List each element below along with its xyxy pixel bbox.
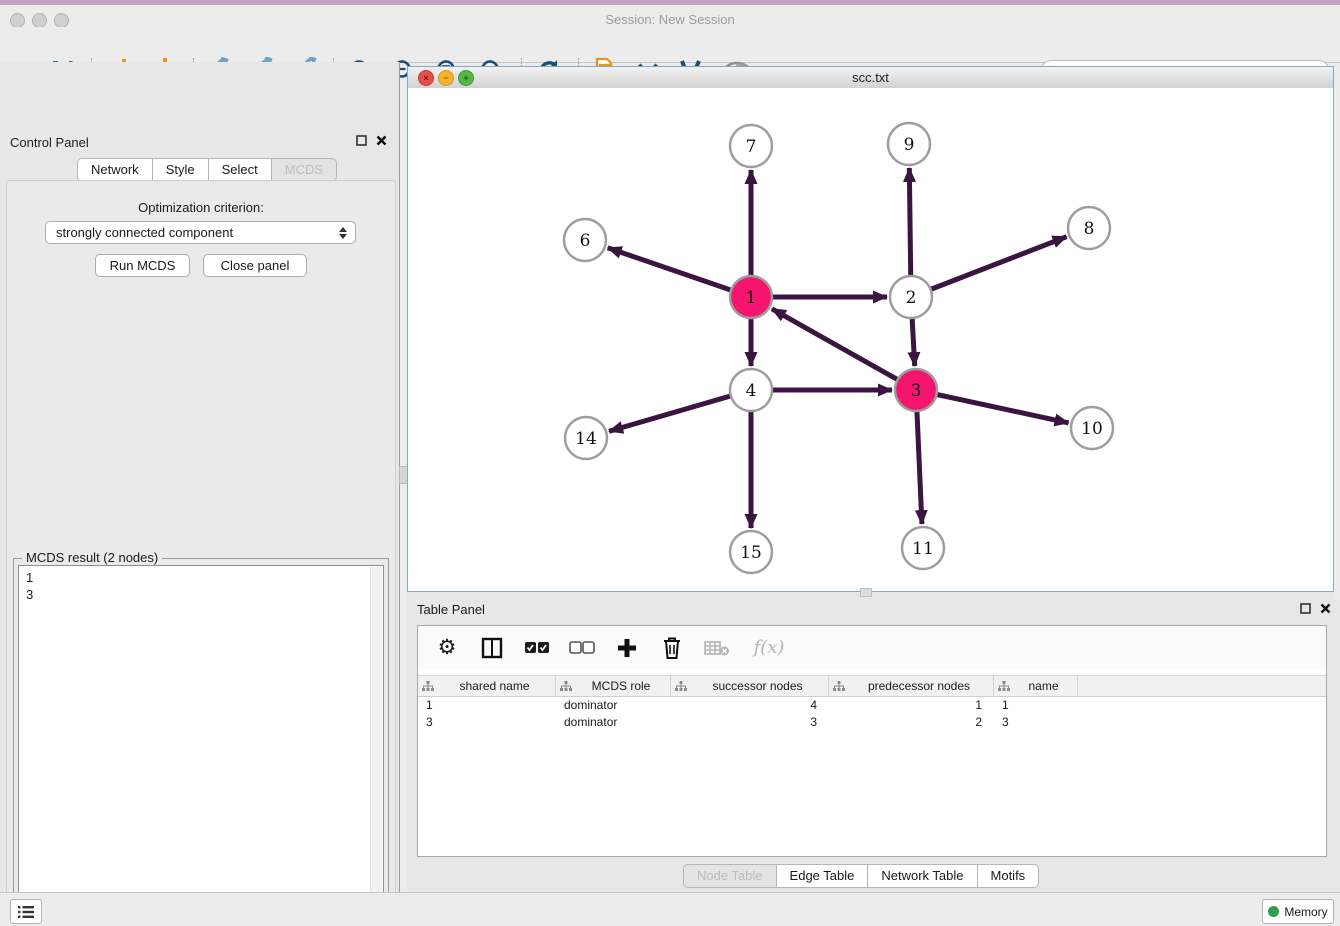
deselect-all-columns-icon[interactable] [567, 633, 597, 663]
column-header[interactable]: predecessor nodes [829, 676, 994, 696]
criterion-value: strongly connected component [56, 225, 233, 240]
table-row[interactable]: 3 dominator 3 2 3 [418, 714, 1326, 731]
graph-node-label: 10 [1081, 419, 1103, 439]
network-column-icon [560, 681, 572, 692]
tab-select[interactable]: Select [208, 158, 271, 182]
network-column-icon [833, 681, 845, 692]
column-header[interactable]: MCDS role [556, 676, 671, 696]
mcds-result-textarea[interactable]: 1 3 [18, 565, 384, 926]
tab-mcds[interactable]: MCDS [271, 158, 337, 182]
delete-column-icon[interactable] [657, 633, 687, 663]
memory-status-icon [1268, 906, 1279, 917]
tab-network-table[interactable]: Network Table [867, 864, 976, 888]
table-header-row: shared name MCDS role successor nodes pr… [418, 675, 1326, 697]
result-line: 1 [26, 569, 33, 586]
graph-node-label: 11 [912, 539, 934, 559]
result-scrollbar[interactable] [370, 567, 382, 925]
graph-edge-2-8[interactable] [911, 237, 1067, 297]
network-graph: 7 9 6 8 1 2 4 3 14 10 15 11 [408, 88, 1333, 591]
task-history-button[interactable] [10, 899, 42, 924]
graph-edge-1-6[interactable] [608, 248, 751, 297]
close-panel-icon[interactable] [1320, 603, 1331, 614]
network-canvas[interactable]: 7 9 6 8 1 2 4 3 14 10 15 11 [408, 88, 1333, 591]
list-icon [17, 905, 35, 919]
memory-label: Memory [1284, 905, 1327, 919]
network-column-icon [422, 681, 434, 692]
column-header[interactable]: name [994, 676, 1078, 696]
tab-node-table[interactable]: Node Table [683, 864, 776, 888]
main-toolbar [0, 27, 1340, 63]
memory-button[interactable]: Memory [1262, 899, 1334, 924]
column-header[interactable]: successor nodes [671, 676, 829, 696]
show-columns-icon[interactable] [477, 633, 507, 663]
tab-motifs[interactable]: Motifs [977, 864, 1040, 888]
graph-node-label: 14 [575, 429, 597, 449]
result-line: 3 [26, 586, 33, 603]
graph-node-label: 4 [746, 381, 757, 401]
graph-node-label: 2 [906, 288, 917, 308]
tab-network[interactable]: Network [77, 158, 152, 182]
application-window: Session: New Session [0, 0, 1340, 926]
graph-node-label: 3 [911, 381, 922, 401]
run-mcds-button[interactable]: Run MCDS [95, 254, 190, 277]
node-table: ⚙ f(x) [417, 625, 1327, 857]
add-column-icon[interactable] [612, 633, 642, 663]
tab-style[interactable]: Style [152, 158, 208, 182]
float-panel-icon[interactable] [356, 135, 367, 146]
network-window-titlebar[interactable]: × − + scc.txt [408, 67, 1333, 89]
table-panel-tabs: Node Table Edge Table Network Table Moti… [683, 864, 1039, 888]
close-panel-icon[interactable] [376, 135, 387, 146]
control-panel: Control Panel Network Style Select MCDS … [0, 62, 400, 892]
close-panel-button[interactable]: Close panel [203, 254, 307, 277]
graph-node-label: 9 [904, 135, 915, 155]
criterion-dropdown[interactable]: strongly connected component [45, 221, 356, 244]
horizontal-splitter-handle[interactable] [860, 588, 872, 597]
status-bar: Memory [0, 892, 1340, 926]
tab-edge-table[interactable]: Edge Table [776, 864, 868, 888]
table-panel: Table Panel ⚙ [407, 600, 1340, 892]
graph-node-label: 6 [580, 231, 591, 251]
delete-table-icon[interactable] [702, 633, 732, 663]
optimization-criterion-label: Optimization criterion: [7, 200, 395, 215]
table-panel-title: Table Panel [417, 602, 485, 617]
graph-node-label: 1 [746, 288, 757, 308]
mcds-result-title: MCDS result (2 nodes) [22, 550, 162, 565]
control-panel-title: Control Panel [10, 135, 89, 150]
control-panel-tabs: Network Style Select MCDS [77, 158, 337, 182]
graph-node-label: 7 [746, 137, 757, 157]
table-toolbar: ⚙ f(x) [418, 626, 1326, 669]
settings-icon[interactable]: ⚙ [432, 633, 462, 663]
mcds-result-group: MCDS result (2 nodes) 1 3 [13, 558, 389, 926]
network-column-icon [998, 681, 1010, 692]
main-titlebar[interactable]: Session: New Session [0, 5, 1340, 27]
function-builder-icon[interactable]: f(x) [747, 633, 791, 663]
column-header[interactable]: shared name [418, 676, 556, 696]
network-window-title: scc.txt [408, 70, 1333, 85]
network-view-window: × − + scc.txt 7 9 6 8 1 2 4 3 14 10 15 11 [407, 66, 1334, 592]
select-all-columns-icon[interactable] [522, 633, 552, 663]
table-row[interactable]: 1 dominator 4 1 1 [418, 697, 1326, 714]
float-panel-icon[interactable] [1300, 603, 1311, 614]
dropdown-arrows-icon [339, 227, 347, 239]
graph-node-label: 8 [1084, 219, 1095, 239]
graph-edge-3-10[interactable] [916, 390, 1069, 423]
network-column-icon [675, 681, 687, 692]
mcds-panel: Optimization criterion: strongly connect… [6, 180, 396, 926]
graph-node-label: 15 [740, 543, 762, 563]
window-title: Session: New Session [0, 12, 1340, 27]
graph-edge-3-1[interactable] [772, 309, 916, 390]
